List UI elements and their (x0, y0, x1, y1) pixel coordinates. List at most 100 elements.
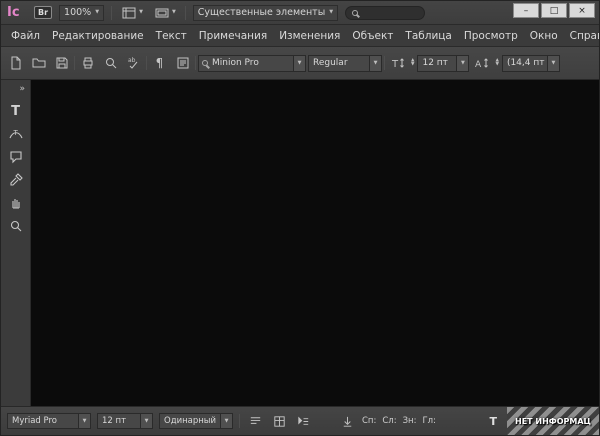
lines-counter-label: Сп: (362, 416, 376, 426)
status-font-family-value: Myriad Pro (8, 416, 78, 426)
chevron-down-icon[interactable]: ▼ (456, 56, 468, 71)
flyout-menu-icon (296, 414, 311, 429)
divider (146, 56, 147, 70)
leading-stepper[interactable]: ▲ ▼ (494, 59, 499, 67)
chevron-down-icon[interactable]: ▼ (547, 56, 559, 71)
minimize-button[interactable]: – (513, 3, 539, 18)
status-font-size-dropdown[interactable]: 12 пт ▼ (97, 413, 153, 429)
menu-item-type[interactable]: Текст (150, 27, 193, 45)
text-frame-icon (175, 55, 191, 71)
new-document-button[interactable] (5, 53, 26, 73)
chevron-down-icon: ▼ (139, 10, 143, 15)
flyout-menu-button[interactable] (294, 412, 312, 430)
new-document-icon (8, 55, 24, 71)
find-button[interactable] (100, 53, 121, 73)
paragraph-icon: ¶ (156, 56, 164, 70)
workspace-switcher[interactable]: Существенные элементы ▼ (193, 5, 338, 21)
eyedropper-icon (8, 172, 24, 188)
leading-dropdown[interactable]: (14,4 пт ▼ (502, 55, 560, 72)
bridge-button[interactable]: Br (34, 6, 52, 19)
characters-counter: Зн: (403, 416, 417, 426)
window-controls: – □ × (513, 3, 595, 18)
view-options-button[interactable]: ▼ (119, 5, 145, 21)
copyfit-button[interactable] (338, 412, 356, 430)
hand-tool[interactable] (4, 192, 28, 214)
divider (185, 6, 186, 20)
line-spacing-dropdown[interactable]: Одинарный ▼ (159, 413, 233, 429)
leading-control: A (471, 53, 492, 73)
status-bar: Myriad Pro ▼ 12 пт ▼ Одинарный ▼ Сп: Сл: (1, 406, 599, 435)
screen-mode-button[interactable]: ▼ (152, 5, 178, 21)
type-tool[interactable]: T (4, 100, 28, 122)
chevron-down-icon[interactable]: ▼ (293, 56, 305, 71)
chevron-down-icon: ▼ (329, 10, 333, 15)
chevron-down-icon[interactable]: ▼ (78, 414, 90, 428)
menu-item-help[interactable]: Справка (564, 27, 600, 45)
menu-item-edit[interactable]: Редактирование (46, 27, 150, 45)
close-button[interactable]: × (569, 3, 595, 18)
save-icon (54, 55, 70, 71)
menu-item-object[interactable]: Объект (346, 27, 399, 45)
eyedropper-tool[interactable] (4, 169, 28, 191)
print-icon (80, 55, 96, 71)
menu-item-file[interactable]: Файл (5, 27, 46, 45)
chevron-down-icon[interactable]: ▼ (140, 414, 152, 428)
font-search-icon (202, 60, 208, 66)
chevron-down-icon[interactable]: ▼ (369, 56, 381, 71)
collapse-panel-button[interactable]: » (14, 82, 30, 100)
font-family-dropdown[interactable]: Minion Pro ▼ (198, 55, 306, 72)
control-bar: ab ¶ Minion Pro ▼ Regular ▼ T ▲ ▼ 12 пт … (1, 47, 599, 80)
menu-item-window[interactable]: Окно (524, 27, 564, 45)
save-button[interactable] (51, 53, 72, 73)
menu-item-changes[interactable]: Изменения (273, 27, 346, 45)
menu-item-table[interactable]: Таблица (399, 27, 457, 45)
print-button[interactable] (77, 53, 98, 73)
type-on-path-tool[interactable]: T (4, 123, 28, 145)
no-info-status: НЕТ ИНФОРМАЦ (507, 407, 599, 435)
leading-value: (14,4 пт (503, 58, 547, 68)
spellcheck-button[interactable]: ab (123, 53, 144, 73)
note-tool[interactable] (4, 146, 28, 168)
spinner-down-icon[interactable]: ▼ (495, 63, 498, 67)
font-style-dropdown[interactable]: Regular ▼ (308, 55, 382, 72)
zoom-dropdown[interactable]: 100% ▼ (59, 5, 104, 21)
screen-mode-icon (154, 6, 170, 20)
type-on-path-icon: T (8, 126, 24, 142)
zoom-tool[interactable] (4, 215, 28, 237)
zoom-icon (8, 218, 24, 234)
words-counter: Сл: (382, 416, 396, 426)
font-size-value: 12 пт (418, 58, 456, 68)
text-indicator[interactable]: T (485, 415, 501, 428)
chevron-down-icon: ▼ (95, 10, 99, 15)
story-frame-button[interactable] (172, 53, 193, 73)
menu-item-notes[interactable]: Примечания (193, 27, 273, 45)
layout-view-button[interactable] (270, 412, 288, 430)
grid-icon (272, 414, 287, 429)
galley-view-button[interactable] (246, 412, 264, 430)
depth-counter: Гл: (422, 416, 435, 426)
view-options-icon (121, 6, 137, 20)
note-icon (8, 149, 24, 165)
svg-text:A: A (475, 60, 482, 70)
svg-text:ab: ab (128, 57, 136, 64)
search-icon (103, 55, 119, 71)
divider (384, 56, 385, 70)
maximize-button[interactable]: □ (541, 3, 567, 18)
words-counter-label: Сл: (382, 416, 396, 426)
font-size-dropdown[interactable]: 12 пт ▼ (417, 55, 469, 72)
status-font-family-dropdown[interactable]: Myriad Pro ▼ (7, 413, 91, 429)
chevron-down-icon[interactable]: ▼ (220, 414, 232, 428)
open-button[interactable] (28, 53, 49, 73)
spinner-down-icon[interactable]: ▼ (411, 63, 414, 67)
workspace-label: Существенные элементы (198, 7, 325, 18)
zoom-value: 100% (64, 7, 91, 18)
text-lines-icon (248, 414, 263, 429)
incopy-window: Ic Br 100% ▼ ▼ ▼ Существенные элементы ▼… (0, 0, 600, 436)
open-folder-icon (31, 55, 47, 71)
chevron-down-icon: ▼ (172, 10, 176, 15)
search-input[interactable] (345, 6, 425, 20)
font-style-value: Regular (309, 58, 369, 68)
hidden-characters-button[interactable]: ¶ (149, 53, 170, 73)
menu-item-view[interactable]: Просмотр (458, 27, 524, 45)
font-size-stepper[interactable]: ▲ ▼ (410, 59, 415, 67)
